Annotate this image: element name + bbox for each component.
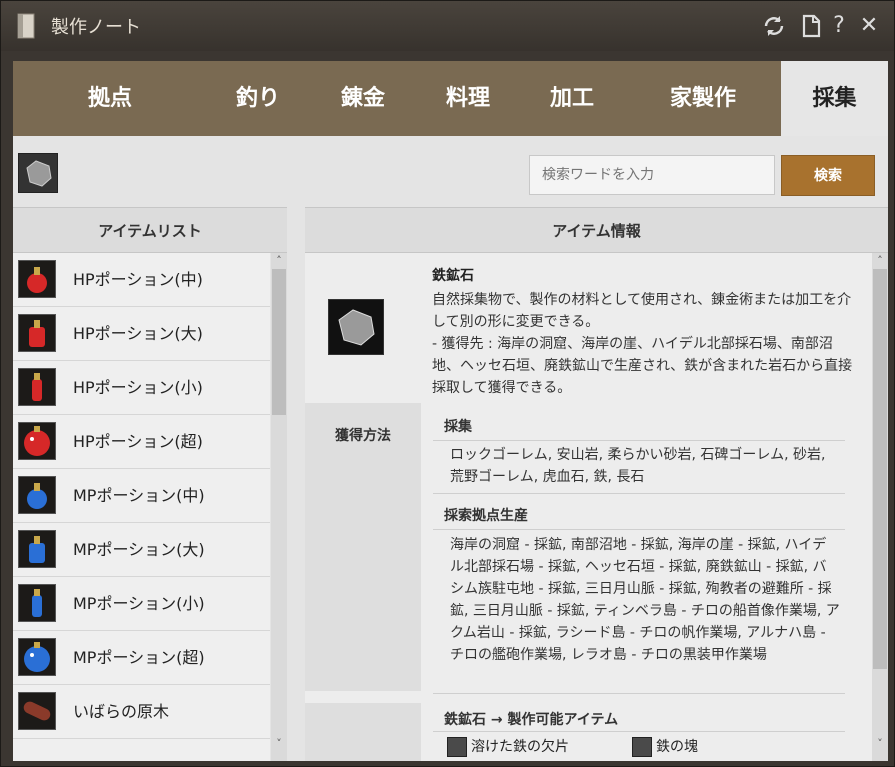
list-item-label: MPポーション(大) bbox=[73, 540, 205, 559]
divider bbox=[433, 693, 845, 694]
list-item-label: HPポーション(小) bbox=[73, 378, 203, 397]
list-item[interactable] bbox=[13, 739, 270, 761]
list-item-label: HPポーション(超) bbox=[73, 432, 203, 451]
list-item-label: MPポーション(超) bbox=[73, 648, 205, 667]
list-item-label: HPポーション(中) bbox=[73, 270, 203, 289]
craftable-item-label: 鉄の塊 bbox=[656, 739, 698, 755]
iron-ingot-icon bbox=[632, 737, 652, 757]
iron-ore-icon bbox=[18, 153, 58, 193]
list-item[interactable]: HPポーション(小) bbox=[13, 361, 270, 415]
red-potion-icon bbox=[18, 314, 56, 352]
list-item-label: MPポーション(中) bbox=[73, 486, 205, 505]
tab-gathering[interactable]: 採集 bbox=[781, 61, 888, 136]
category-tabs: 拠点 釣り 錬金 料理 加工 家製作 採集 bbox=[13, 61, 888, 136]
craftable-item[interactable]: 溶けた鉄の欠片 bbox=[447, 736, 569, 757]
scroll-up-icon[interactable]: ˄ bbox=[873, 254, 887, 267]
window-title: 製作ノート bbox=[51, 17, 141, 38]
item-list[interactable]: HPポーション(中) HPポーション(大) HPポーション(小) HPポーション… bbox=[13, 253, 270, 761]
tab-base[interactable]: 拠点 bbox=[65, 61, 155, 136]
node-production-sources: 海岸の洞窟 - 採鉱, 南部沼地 - 採鉱, 海岸の崖 - 採鉱, ハイデル北部… bbox=[450, 537, 840, 663]
scroll-down-icon[interactable]: ˅ bbox=[272, 737, 286, 750]
title-bar[interactable]: 製作ノート ? ✕ bbox=[1, 1, 894, 51]
acquisition-label: 獲得方法 bbox=[335, 428, 391, 444]
red-potion-icon bbox=[18, 422, 56, 460]
divider bbox=[433, 440, 845, 441]
crafting-notes-window: 製作ノート ? ✕ 拠点 釣り 錬金 料理 加工 家製作 採集 検索 アイテムリ… bbox=[0, 0, 895, 767]
close-icon[interactable]: ✕ bbox=[856, 13, 882, 39]
list-item[interactable]: HPポーション(超) bbox=[13, 415, 270, 469]
red-potion-icon bbox=[18, 368, 56, 406]
item-list-header: アイテムリスト bbox=[13, 207, 287, 253]
list-item-label: HPポーション(大) bbox=[73, 324, 203, 343]
blue-potion-icon bbox=[18, 530, 56, 568]
list-item[interactable]: いばらの原木 bbox=[13, 685, 270, 739]
node-production-section-title: 採索拠点生産 bbox=[444, 508, 528, 524]
list-item[interactable]: HPポーション(大) bbox=[13, 307, 270, 361]
tab-furniture[interactable]: 家製作 bbox=[653, 61, 753, 136]
divider bbox=[433, 493, 845, 494]
gathering-sources: ロックゴーレム, 安山岩, 柔らかい砂岩, 石碑ゴーレム, 砂岩, 荒野ゴーレム… bbox=[450, 447, 826, 485]
tab-cooking[interactable]: 料理 bbox=[423, 61, 513, 136]
list-item[interactable]: MPポーション(超) bbox=[13, 631, 270, 685]
search-button[interactable]: 検索 bbox=[781, 155, 875, 196]
list-item[interactable]: MPポーション(中) bbox=[13, 469, 270, 523]
search-input[interactable] bbox=[529, 155, 775, 195]
divider bbox=[433, 529, 845, 530]
item-list-scroll-thumb[interactable] bbox=[272, 269, 286, 415]
item-name: 鉄鉱石 bbox=[432, 268, 474, 284]
notebook-icon bbox=[17, 13, 35, 39]
gathering-section-title: 採集 bbox=[444, 419, 472, 435]
log-icon bbox=[18, 692, 56, 730]
craftable-side bbox=[305, 703, 421, 761]
item-info-scroll-thumb[interactable] bbox=[873, 269, 887, 669]
blue-potion-icon bbox=[18, 476, 56, 514]
craftable-item[interactable]: 鉄の塊 bbox=[632, 736, 698, 757]
iron-shard-icon bbox=[447, 737, 467, 757]
tab-fishing[interactable]: 釣り bbox=[213, 61, 303, 136]
scroll-up-icon[interactable]: ˄ bbox=[272, 254, 286, 267]
document-icon[interactable] bbox=[798, 13, 824, 39]
red-potion-icon bbox=[18, 260, 56, 298]
scroll-down-icon[interactable]: ˅ bbox=[873, 737, 887, 750]
craftable-item-label: 溶けた鉄の欠片 bbox=[471, 739, 569, 755]
tab-processing[interactable]: 加工 bbox=[527, 61, 617, 136]
craftable-items-title: 鉄鉱石 → 製作可能アイテム bbox=[444, 712, 619, 728]
refresh-icon[interactable] bbox=[761, 13, 787, 39]
acquisition-side: 獲得方法 bbox=[305, 403, 421, 691]
divider bbox=[433, 731, 845, 732]
iron-ore-icon bbox=[328, 299, 384, 355]
list-item[interactable]: MPポーション(小) bbox=[13, 577, 270, 631]
item-info-header: アイテム情報 bbox=[305, 207, 888, 253]
blue-potion-icon bbox=[18, 584, 56, 622]
help-icon[interactable]: ? bbox=[826, 13, 852, 39]
blue-potion-icon bbox=[18, 638, 56, 676]
list-item[interactable]: MPポーション(大) bbox=[13, 523, 270, 577]
item-info-panel: 鉄鉱石 自然採集物で、製作の材料として使用され、錬金術または加工を介して別の形に… bbox=[305, 253, 872, 761]
list-item[interactable]: HPポーション(中) bbox=[13, 253, 270, 307]
list-item-label: MPポーション(小) bbox=[73, 594, 205, 613]
content-area: 拠点 釣り 錬金 料理 加工 家製作 採集 検索 アイテムリスト アイテム情報 … bbox=[13, 61, 888, 761]
list-item-label: いばらの原木 bbox=[73, 702, 170, 721]
tab-alchemy[interactable]: 錬金 bbox=[318, 61, 408, 136]
item-description: 自然採集物で、製作の材料として使用され、錬金術または加工を介して別の形に変更でき… bbox=[432, 292, 853, 396]
